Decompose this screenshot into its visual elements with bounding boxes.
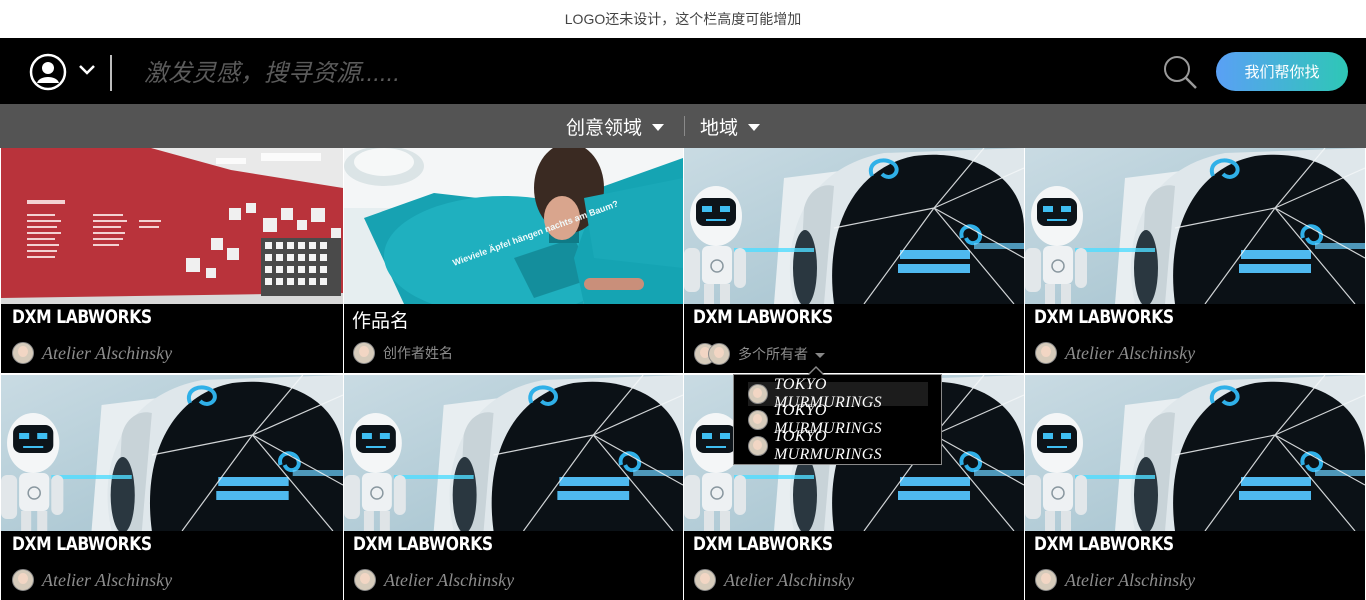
author-name: Atelier Alschinsky — [1065, 569, 1196, 590]
card-author[interactable]: Atelier Alschinsky — [1035, 569, 1195, 591]
project-grid: DXM LABWORKS Atelier Alschinsky Wieviele… — [0, 148, 1366, 600]
author-name: Atelier Alschinsky — [384, 569, 515, 590]
author-name: 创作者姓名 — [383, 345, 453, 361]
robot-cracked-screen-image — [1, 375, 343, 531]
project-thumbnail: Wieviele Äpfel hängen nachts am Baum? — [344, 148, 683, 304]
card-title: DXM LABWORKS — [1034, 533, 1174, 555]
author-name: Atelier Alschinsky — [724, 569, 855, 590]
avatar — [1035, 342, 1057, 364]
project-card[interactable]: DXM LABWORKS Atelier Alschinsky — [344, 375, 683, 600]
project-card[interactable]: DXM LABWORKS Atelier Alschinsky — [1, 148, 343, 373]
project-card[interactable]: DXM LABWORKS 多个所有者 — [684, 148, 1024, 373]
project-card[interactable]: Wieviele Äpfel hängen nachts am Baum? 作品… — [344, 148, 683, 373]
robot-cracked-screen-image — [1025, 375, 1365, 531]
project-thumbnail — [1025, 148, 1365, 304]
filter-label: 地域 — [700, 117, 739, 139]
red-gallery-wall-image — [1, 148, 343, 304]
filter-creative-field[interactable]: 创意领域 — [566, 104, 665, 148]
author-name: Atelier Alschinsky — [42, 569, 173, 590]
card-author[interactable]: Atelier Alschinsky — [694, 569, 854, 591]
card-title: DXM LABWORKS — [12, 533, 152, 555]
filter-label: 创意领域 — [566, 117, 643, 139]
card-author[interactable]: Atelier Alschinsky — [354, 569, 514, 591]
project-card[interactable]: DXM LABWORKS Atelier Alschinsky — [1025, 148, 1365, 373]
search-input[interactable] — [142, 55, 846, 93]
card-title: DXM LABWORKS — [693, 306, 833, 328]
top-navigation-bar: 我们帮你找 — [0, 38, 1366, 104]
author-name: Atelier Alschinsky — [42, 342, 173, 363]
card-title: 作品名 — [352, 311, 410, 332]
project-thumbnail — [684, 148, 1024, 304]
card-author[interactable]: 创作者姓名 — [353, 342, 453, 364]
avatar — [748, 410, 768, 430]
avatar — [353, 342, 375, 364]
caret-down-icon — [652, 123, 665, 131]
robot-cracked-screen-image — [684, 148, 1024, 304]
filter-divider — [684, 116, 685, 136]
avatar — [708, 343, 730, 365]
owner-name: TOKYO MURMURINGS — [774, 428, 882, 463]
project-thumbnail — [1025, 375, 1365, 531]
help-me-find-button[interactable]: 我们帮你找 — [1216, 52, 1348, 91]
author-name: Atelier Alschinsky — [1065, 342, 1196, 363]
card-title: DXM LABWORKS — [1034, 306, 1174, 328]
chevron-down-icon[interactable] — [78, 63, 96, 77]
multiple-owners-toggle[interactable]: 多个所有者 — [694, 343, 825, 365]
logo-placeholder-bar: LOGO还未设计，这个栏高度可能增加 — [0, 0, 1366, 38]
header-divider — [110, 55, 112, 91]
avatar — [748, 384, 768, 404]
robot-cracked-screen-image — [1025, 148, 1365, 304]
owner-item[interactable]: TOKYO MURMURINGS — [748, 428, 928, 463]
avatar — [12, 342, 34, 364]
project-thumbnail — [1, 148, 343, 304]
card-title: DXM LABWORKS — [353, 533, 493, 555]
project-card[interactable]: DXM LABWORKS Atelier Alschinsky — [1, 375, 343, 600]
teal-exhibit-image: Wieviele Äpfel hängen nachts am Baum? — [344, 148, 683, 304]
filter-bar: 创意领域 地域 — [0, 104, 1366, 148]
card-title: DXM LABWORKS — [12, 306, 152, 328]
filter-region[interactable]: 地域 — [700, 104, 761, 148]
card-author[interactable]: Atelier Alschinsky — [12, 569, 172, 591]
project-thumbnail — [344, 375, 683, 531]
card-title: DXM LABWORKS — [693, 533, 833, 555]
avatar — [12, 569, 34, 591]
avatar — [694, 569, 716, 591]
user-account-icon[interactable] — [29, 53, 67, 91]
project-card[interactable]: DXM LABWORKS Atelier Alschinsky — [1025, 375, 1365, 600]
project-thumbnail — [1, 375, 343, 531]
caret-down-icon — [748, 123, 761, 131]
card-author[interactable]: Atelier Alschinsky — [12, 342, 172, 364]
avatar — [748, 436, 768, 456]
author-name: 多个所有者 — [738, 346, 808, 362]
logo-placeholder-text: LOGO还未设计，这个栏高度可能增加 — [564, 11, 802, 27]
avatar — [354, 569, 376, 591]
search-icon[interactable] — [1162, 54, 1198, 90]
robot-cracked-screen-image — [344, 375, 683, 531]
caret-down-icon — [815, 353, 825, 358]
owners-dropdown: TOKYO MURMURINGS TOKYO MURMURINGS TOKYO … — [733, 374, 942, 465]
avatar — [1035, 569, 1057, 591]
popup-arrow-inner — [809, 368, 823, 375]
card-author[interactable]: Atelier Alschinsky — [1035, 342, 1195, 364]
